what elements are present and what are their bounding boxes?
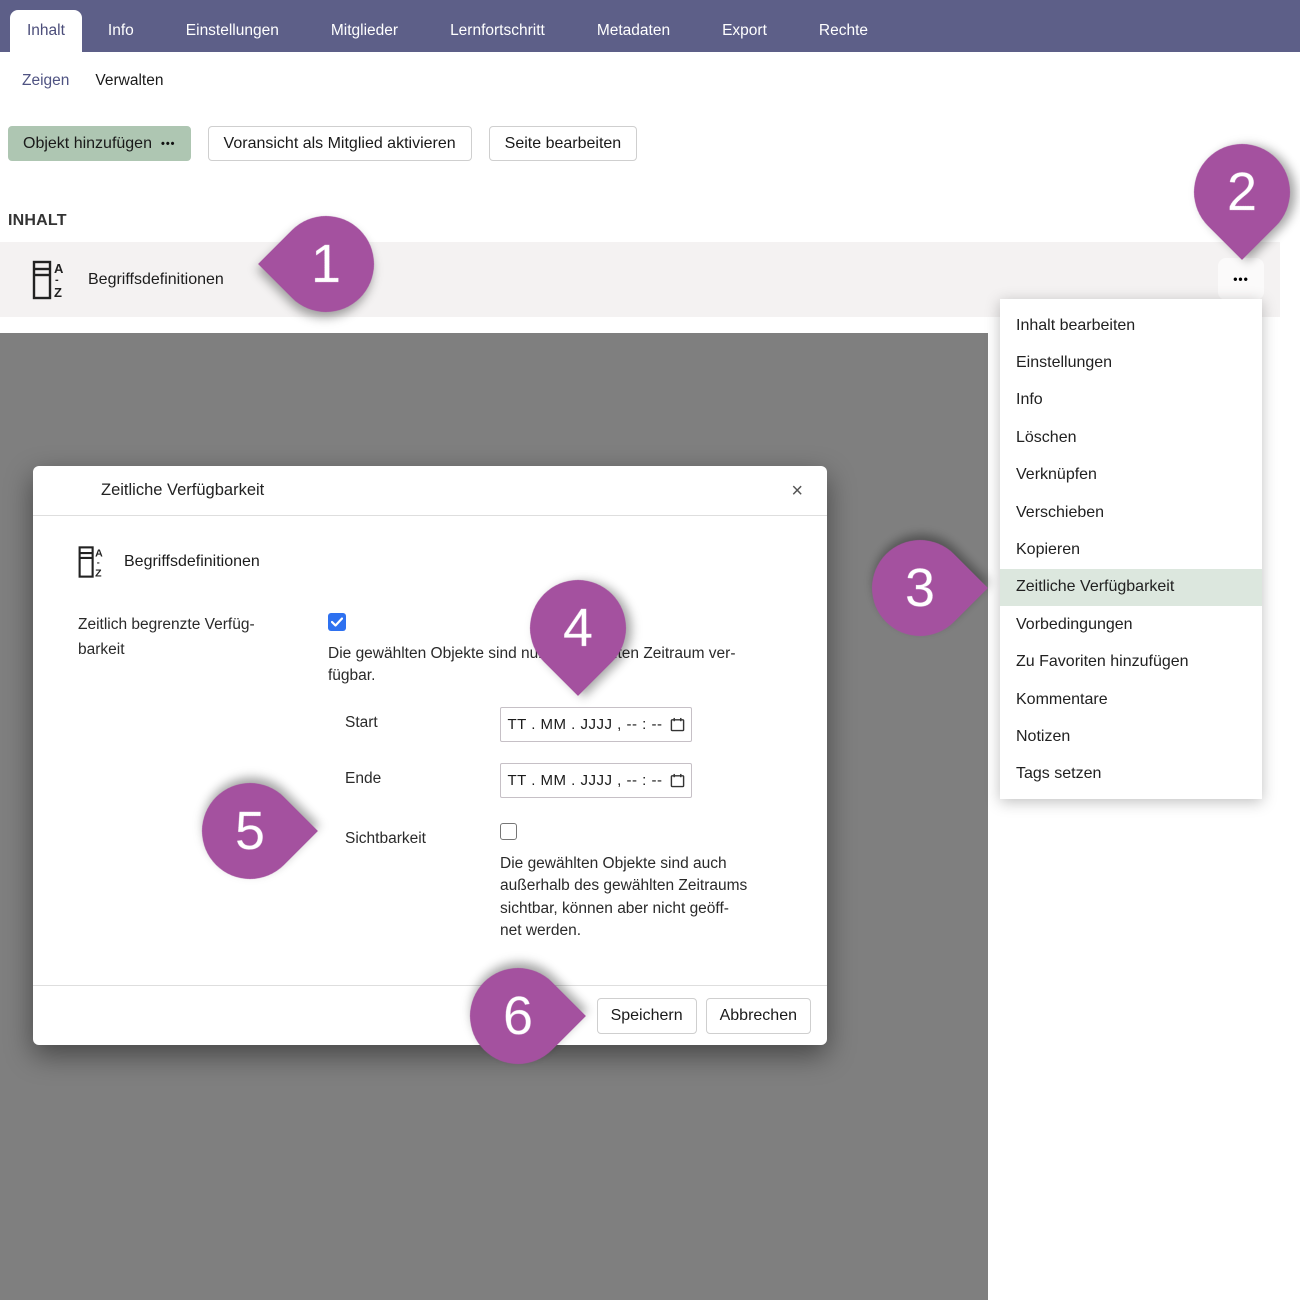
start-datetime-placeholder: TT . MM . JJJJ , -- : -- [507,716,662,733]
visibility-byline: Die gewählten Objekte sind auch außerhal… [500,853,747,943]
svg-text:-: - [97,557,100,567]
menu-item-tags-setzen[interactable]: Tags setzen [1000,756,1262,793]
toolbar: Objekt hinzufügen ••• Voransicht als Mit… [8,126,1300,161]
limited-availability-label: Zeitlich begrenzte Verfüg- barkeit [78,613,328,943]
modal-footer: Speichern Abbrechen [33,985,827,1045]
ellipsis-icon: ••• [161,138,176,150]
add-object-button[interactable]: Objekt hinzufügen ••• [8,126,191,161]
subtab-zeigen[interactable]: Zeigen [22,72,69,90]
end-datetime-placeholder: TT . MM . JJJJ , -- : -- [507,772,662,789]
start-datetime-input[interactable]: TT . MM . JJJJ , -- : -- [500,707,692,742]
menu-item-verschieben[interactable]: Verschieben [1000,494,1262,531]
tab-inhalt[interactable]: Inhalt [10,10,82,52]
end-datetime-input[interactable]: TT . MM . JJJJ , -- : -- [500,763,692,798]
end-label: Ende [345,763,500,788]
menu-item-info[interactable]: Info [1000,382,1262,419]
edit-page-button[interactable]: Seite bearbeiten [489,126,638,161]
menu-item-kommentare[interactable]: Kommentare [1000,681,1262,718]
tab-metadaten[interactable]: Metadaten [571,10,696,52]
modal-object-title: Begriffsdefinitionen [124,553,260,571]
menu-item-vorbedingungen[interactable]: Vorbedingungen [1000,606,1262,643]
add-object-label: Objekt hinzufügen [23,135,152,153]
modal-title: Zeitliche Verfügbarkeit [101,481,264,500]
subtab-verwalten[interactable]: Verwalten [95,72,163,90]
menu-item-zeitliche-verfuegbarkeit[interactable]: Zeitliche Verfügbarkeit [1000,569,1262,606]
modal-header: Zeitliche Verfügbarkeit × [33,466,827,516]
cancel-button[interactable]: Abbrechen [706,998,811,1034]
preview-as-member-button[interactable]: Voransicht als Mitglied aktivieren [208,126,472,161]
tab-export[interactable]: Export [696,10,793,52]
subtab-bar: Zeigen Verwalten [0,52,1300,110]
svg-text:Z: Z [95,568,102,580]
visibility-checkbox[interactable] [500,823,517,840]
tab-einstellungen[interactable]: Einstellungen [160,10,305,52]
limited-availability-checkbox[interactable] [328,613,346,631]
menu-item-verknuepfen[interactable]: Verknüpfen [1000,457,1262,494]
item-title-link[interactable]: Begriffsdefinitionen [88,271,224,289]
tab-info[interactable]: Info [82,10,160,52]
top-tabbar: Inhalt Info Einstellungen Mitglieder Ler… [0,0,1300,52]
svg-text:Z: Z [54,285,62,300]
tab-rechte[interactable]: Rechte [793,10,894,52]
tab-mitglieder[interactable]: Mitglieder [305,10,424,52]
glossary-icon: A - Z [32,259,64,301]
item-actions-dropdown: Inhalt bearbeiten Einstellungen Info Lös… [1000,299,1262,799]
menu-item-zu-favoriten[interactable]: Zu Favoriten hinzufügen [1000,644,1262,681]
glossary-icon: A - Z [78,544,104,580]
start-label: Start [345,707,500,732]
item-actions-button[interactable]: ••• [1218,258,1264,300]
content-section-heading: INHALT [8,212,1300,230]
menu-item-notizen[interactable]: Notizen [1000,718,1262,755]
menu-item-kopieren[interactable]: Kopieren [1000,531,1262,568]
calendar-icon [670,717,685,732]
save-button[interactable]: Speichern [597,998,697,1034]
checkmark-icon [331,617,343,627]
menu-item-inhalt-bearbeiten[interactable]: Inhalt bearbeiten [1000,307,1262,344]
menu-item-einstellungen[interactable]: Einstellungen [1000,344,1262,381]
close-icon[interactable]: × [791,481,803,501]
menu-item-loeschen[interactable]: Löschen [1000,419,1262,456]
modal-body: A - Z Begriffsdefinitionen Zeitlich begr… [33,516,827,985]
visibility-label: Sichtbarkeit [345,823,500,848]
temporal-availability-modal: Zeitliche Verfügbarkeit × A - Z Begriffs… [33,466,827,1045]
tab-lernfortschritt[interactable]: Lernfortschritt [424,10,571,52]
calendar-icon [670,773,685,788]
